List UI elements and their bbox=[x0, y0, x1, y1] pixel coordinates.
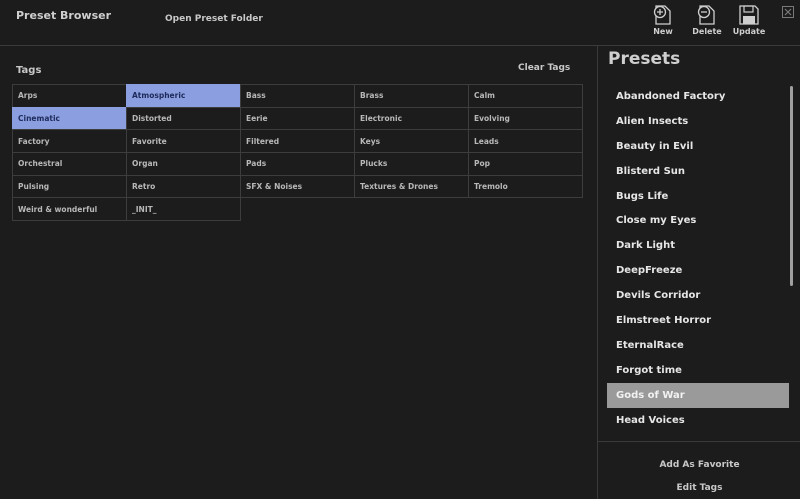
edit-tags-button[interactable]: Edit Tags bbox=[598, 483, 800, 493]
tag-row: Orchestral Organ Pads Plucks Pop bbox=[12, 152, 587, 176]
tag-grid: Arps Atmospheric Bass Brass Calm Cinematic Dis… bbox=[12, 84, 587, 222]
tag-cell[interactable]: Keys bbox=[354, 129, 469, 154]
presets-title: Presets bbox=[608, 49, 681, 69]
presets-panel: Presets Abandoned Factory Alien Insects Be… bbox=[597, 46, 800, 499]
tag-cell[interactable]: Electronic bbox=[354, 106, 469, 131]
tag-cell[interactable]: Orchestral bbox=[12, 152, 127, 176]
tags-heading: Tags bbox=[16, 65, 42, 76]
clear-tags-button[interactable]: Clear Tags bbox=[518, 63, 570, 73]
preset-item[interactable]: Forgot time bbox=[607, 358, 789, 383]
preset-item[interactable]: Dark Light bbox=[607, 233, 789, 258]
new-label: New bbox=[653, 27, 673, 36]
tag-row: Weird & wonderful _INIT_ bbox=[12, 197, 587, 222]
tag-cell[interactable]: Leads bbox=[468, 129, 583, 154]
preset-item[interactable]: Alien Insects bbox=[607, 109, 789, 134]
new-button[interactable]: New bbox=[646, 4, 680, 40]
tag-cell[interactable]: Pads bbox=[240, 152, 355, 176]
preset-item[interactable]: EternalRace bbox=[607, 333, 789, 358]
new-document-icon bbox=[653, 5, 671, 25]
presets-divider bbox=[598, 441, 800, 442]
tag-cell[interactable]: Retro bbox=[126, 174, 241, 199]
preset-item[interactable]: Blisterd Sun bbox=[607, 159, 789, 184]
tag-cell[interactable]: Calm bbox=[468, 84, 583, 108]
tag-cell[interactable]: Factory bbox=[12, 129, 127, 154]
save-disk-icon bbox=[739, 5, 759, 25]
update-button[interactable]: Update bbox=[732, 4, 766, 40]
update-label: Update bbox=[732, 27, 766, 36]
tag-cell[interactable]: Textures & Drones bbox=[354, 174, 469, 199]
top-toolbar: Preset Browser Open Preset Folder New De… bbox=[0, 0, 800, 46]
open-preset-folder-button[interactable]: Open Preset Folder bbox=[165, 14, 263, 24]
preset-item[interactable]: Beauty in Evil bbox=[607, 134, 789, 159]
tag-cell[interactable]: Weird & wonderful bbox=[12, 197, 127, 222]
preset-item[interactable]: Abandoned Factory bbox=[607, 84, 789, 109]
add-as-favorite-button[interactable]: Add As Favorite bbox=[598, 460, 800, 470]
tag-row: Cinematic Distorted Eerie Electronic Evolvin… bbox=[12, 106, 587, 131]
tag-cell[interactable]: Favorite bbox=[126, 129, 241, 154]
app-title: Preset Browser bbox=[16, 9, 112, 22]
tag-cell[interactable]: Organ bbox=[126, 152, 241, 176]
delete-label: Delete bbox=[692, 27, 722, 36]
tag-cell[interactable]: SFX & Noises bbox=[240, 174, 355, 199]
tag-cell[interactable]: Atmospheric bbox=[126, 84, 241, 108]
tag-cell[interactable]: Distorted bbox=[126, 106, 241, 131]
preset-item[interactable]: Elmstreet Horror bbox=[607, 308, 789, 333]
tag-cell[interactable]: Pop bbox=[468, 152, 583, 176]
tag-row: Factory Favorite Filtered Keys Leads bbox=[12, 129, 587, 154]
close-icon[interactable] bbox=[782, 6, 794, 18]
preset-item[interactable]: Close my Eyes bbox=[607, 208, 789, 233]
tag-cell[interactable]: Evolving bbox=[468, 106, 583, 131]
preset-item[interactable]: Devils Corridor bbox=[607, 283, 789, 308]
preset-item[interactable]: Bugs Life bbox=[607, 184, 789, 209]
delete-button[interactable]: Delete bbox=[690, 4, 724, 40]
tag-cell[interactable]: Arps bbox=[12, 84, 127, 108]
tag-cell[interactable]: Cinematic bbox=[12, 106, 127, 131]
preset-item[interactable]: DeepFreeze bbox=[607, 258, 789, 283]
tag-cell[interactable]: Plucks bbox=[354, 152, 469, 176]
preset-list-scrollbar[interactable] bbox=[790, 86, 793, 286]
tag-cell[interactable]: Pulsing bbox=[12, 174, 127, 199]
tag-cell[interactable]: Bass bbox=[240, 84, 355, 108]
tag-cell[interactable]: Brass bbox=[354, 84, 469, 108]
tags-panel: Tags Clear Tags Arps Atmospheric Bass Brass… bbox=[0, 46, 597, 499]
tag-cell[interactable]: Eerie bbox=[240, 106, 355, 131]
tag-cell[interactable]: Tremolo bbox=[468, 174, 583, 199]
preset-item[interactable]: Head Voices bbox=[607, 408, 789, 433]
preset-item[interactable]: Gods of War bbox=[607, 382, 789, 408]
tag-cell[interactable]: Filtered bbox=[240, 129, 355, 154]
tag-row: Pulsing Retro SFX & Noises Textures & Drone… bbox=[12, 174, 587, 199]
delete-document-icon bbox=[697, 5, 715, 25]
tag-cell[interactable]: _INIT_ bbox=[126, 197, 241, 222]
preset-list: Abandoned Factory Alien Insects Beauty in … bbox=[607, 84, 789, 439]
tag-row: Arps Atmospheric Bass Brass Calm bbox=[12, 84, 587, 108]
